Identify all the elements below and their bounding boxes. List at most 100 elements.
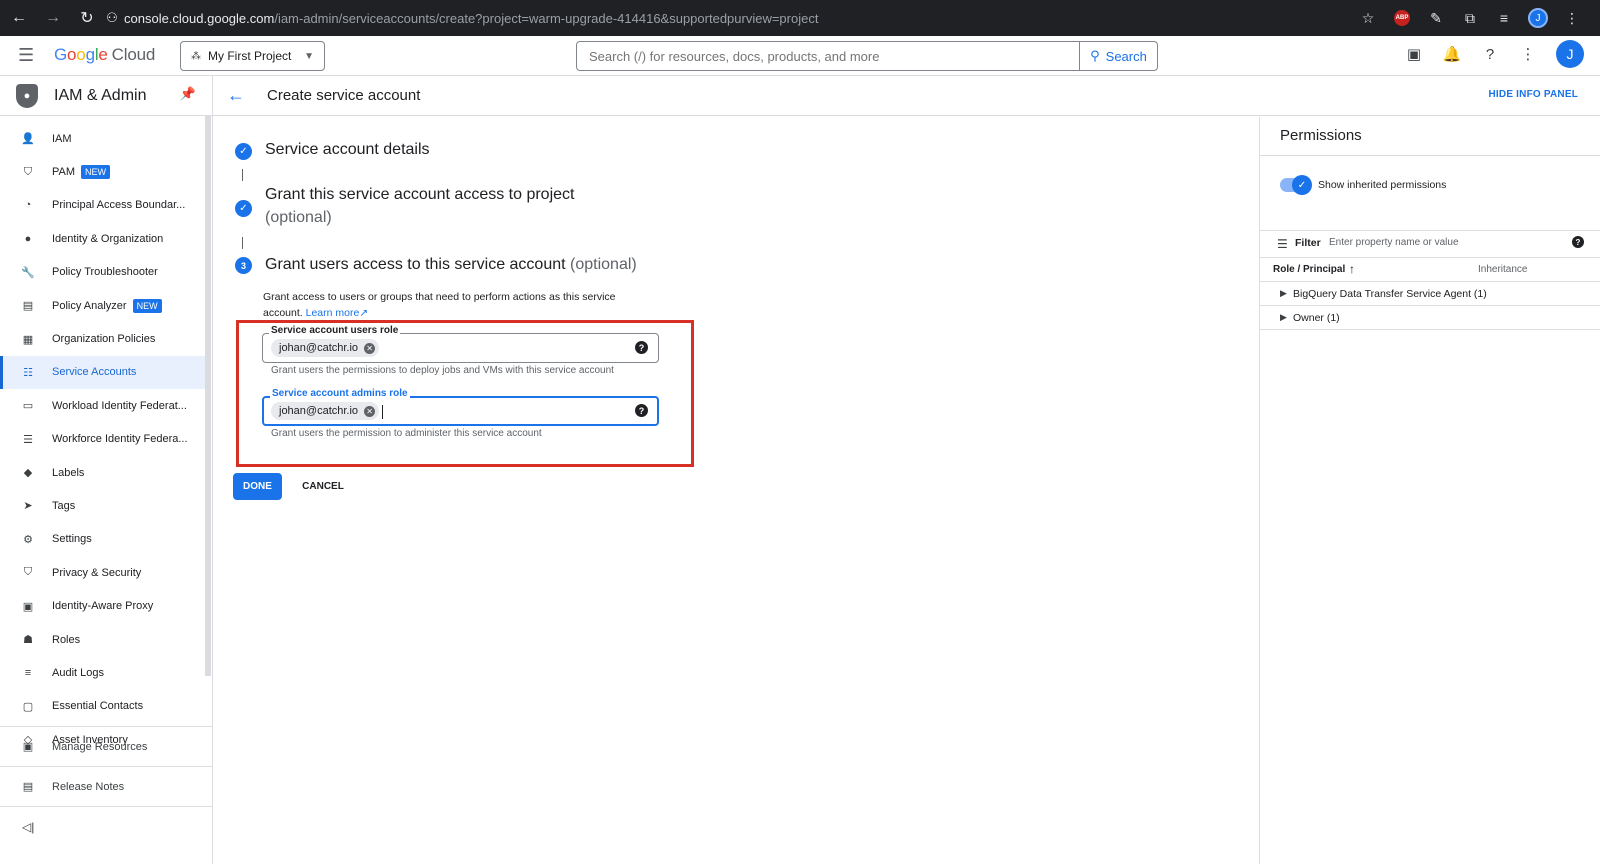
nav-scrollbar[interactable] <box>205 116 211 676</box>
help-icon[interactable]: ? <box>635 404 648 417</box>
extensions-puzzle-icon[interactable]: ⧉ <box>1460 8 1480 28</box>
hamburger-menu-icon[interactable]: ☰ <box>18 46 38 66</box>
inherited-permissions-toggle[interactable]: ✓ <box>1280 175 1312 195</box>
help-icon[interactable]: ? <box>1480 44 1500 64</box>
sidebar-item-service-accounts[interactable]: ☷ Service Accounts <box>0 355 205 390</box>
cancel-button[interactable]: CANCEL <box>295 473 351 500</box>
search-input[interactable] <box>577 42 1079 70</box>
chip-remove-icon[interactable]: ✕ <box>364 405 376 417</box>
analyzer-icon: ▤ <box>22 300 34 313</box>
pen-extension-icon[interactable]: ✎ <box>1426 8 1446 28</box>
account-circle-icon: ● <box>24 232 32 245</box>
filter-label: Filter <box>1295 237 1321 249</box>
step-number: 3 <box>235 257 252 274</box>
collapse-nav-icon[interactable]: ◁| <box>0 806 212 846</box>
nav-title-row: ● IAM & Admin 📌 <box>0 76 212 116</box>
site-info-icon[interactable]: ⚇ <box>100 10 124 26</box>
account-avatar[interactable]: J <box>1556 40 1584 68</box>
admins-role-field[interactable]: Service account admins role johan@catchr… <box>262 388 659 426</box>
pin-icon[interactable]: 📌 <box>180 86 196 102</box>
text-cursor <box>382 405 383 419</box>
sidebar-item-privacy-security[interactable]: ⛉ Privacy & Security <box>0 556 205 589</box>
back-icon[interactable]: ← <box>4 3 34 33</box>
sidebar-item-release-notes[interactable]: ▤ Release Notes <box>0 766 212 806</box>
nav-bottom: ▣ Manage Resources ▤ Release Notes ◁| <box>0 726 212 846</box>
step-connector <box>242 237 243 249</box>
toggle-check-icon: ✓ <box>1292 175 1312 195</box>
shield-icon: ⛉ <box>23 566 33 579</box>
row-label: Owner (1) <box>1293 312 1340 324</box>
service-accounts-icon: ☷ <box>23 366 33 379</box>
browser-profile-avatar[interactable]: J <box>1528 8 1548 28</box>
browser-actions: ☆ ABP ✎ ⧉ ≡ J ⋮ <box>1358 0 1600 36</box>
notifications-bell-icon[interactable]: 🔔 <box>1442 44 1462 64</box>
manage-resources-icon: ▣ <box>22 741 34 753</box>
filter-row[interactable]: ☰ Filter Enter property name or value ? <box>1260 230 1600 258</box>
browser-toolbar: ← → ↻ ⚇ console.cloud.google.com/iam-adm… <box>0 0 1600 36</box>
sidebar-item-label: Audit Logs <box>52 666 104 679</box>
media-control-icon[interactable]: ≡ <box>1494 8 1514 28</box>
sidebar-item-pam[interactable]: ⛉ PAM NEW <box>0 155 205 188</box>
help-icon[interactable]: ? <box>1572 236 1584 248</box>
sidebar-item-identity-aware-proxy[interactable]: ▣ Identity-Aware Proxy <box>0 589 205 622</box>
sidebar-item-roles[interactable]: ☗ Roles <box>0 623 205 656</box>
sidebar-item-iam[interactable]: 👤 IAM <box>0 122 205 155</box>
sidebar-item-label: PAM <box>52 166 76 179</box>
sidebar-item-tags[interactable]: ➤ Tags <box>0 489 205 522</box>
expand-caret-icon[interactable]: ▶ <box>1280 288 1287 299</box>
project-hub-icon: ⁂ <box>191 50 201 62</box>
search-icon: ⚲ <box>1090 48 1100 63</box>
browser-menu-icon[interactable]: ⋮ <box>1562 8 1582 28</box>
column-header-role[interactable]: Role / Principal <box>1273 264 1345 275</box>
person-add-icon: 👤 <box>21 133 35 146</box>
back-arrow-icon[interactable]: ← <box>227 85 245 106</box>
adblock-extension[interactable]: ABP <box>1392 8 1412 28</box>
step-title-text: Grant users access to this service accou… <box>265 256 566 273</box>
sidebar-item-workload-identity-federat[interactable]: ▭ Workload Identity Federat... <box>0 389 205 422</box>
sidebar-item-label: Tags <box>52 499 76 512</box>
new-badge: NEW <box>81 165 111 180</box>
search-button[interactable]: ⚲ Search <box>1079 42 1157 70</box>
cloud-shell-icon[interactable]: ▣ <box>1404 44 1424 64</box>
table-row[interactable]: ▶ Owner (1) <box>1260 306 1600 330</box>
chip-label: johan@catchr.io <box>279 342 359 354</box>
sidebar-item-workforce-identity-federa[interactable]: ☰ Workforce Identity Federa... <box>0 423 205 456</box>
sidebar-item-policy-analyzer[interactable]: ▤ Policy Analyzer NEW <box>0 289 205 322</box>
sidebar-item-settings[interactable]: ⚙ Settings <box>0 523 205 556</box>
field-label: Service account users role <box>269 325 401 336</box>
sidebar-item-labels[interactable]: ◆ Labels <box>0 456 205 489</box>
learn-more-link[interactable]: Learn more↗ <box>306 307 369 319</box>
sidebar-item-essential-contacts[interactable]: ▢ Essential Contacts <box>0 690 205 723</box>
new-badge: NEW <box>132 298 162 313</box>
google-cloud-logo[interactable]: Google Cloud <box>54 45 155 65</box>
sidebar-item-audit-logs[interactable]: ≡ Audit Logs <box>0 656 205 689</box>
expand-caret-icon[interactable]: ▶ <box>1280 312 1287 323</box>
label-icon: ◆ <box>23 467 33 480</box>
table-row[interactable]: ▶ BigQuery Data Transfer Service Agent (… <box>1260 282 1600 306</box>
sidebar-item-label: Settings <box>52 533 92 546</box>
bookmark-star-icon[interactable]: ☆ <box>1358 8 1378 28</box>
sidebar-item-label: Workload Identity Federat... <box>52 399 187 412</box>
chip-remove-icon[interactable]: ✕ <box>364 342 376 354</box>
divider <box>1260 155 1600 156</box>
sidebar-item-principal-access-boundar[interactable]: ◔ Principal Access Boundar... <box>0 189 205 222</box>
project-name: My First Project <box>208 49 292 63</box>
reload-icon[interactable]: ↻ <box>72 3 102 33</box>
sidebar-item-policy-troubleshooter[interactable]: 🔧 Policy Troubleshooter <box>0 256 205 289</box>
users-role-field[interactable]: Service account users role johan@catchr.… <box>262 325 659 363</box>
address-bar[interactable]: ⚇ console.cloud.google.com/iam-admin/ser… <box>100 4 1380 32</box>
search-bar: ⚲ Search <box>576 41 1158 71</box>
done-button[interactable]: DONE <box>233 473 282 500</box>
sort-arrow-up-icon[interactable]: ↑ <box>1349 262 1355 276</box>
filter-input[interactable]: Enter property name or value <box>1329 237 1459 248</box>
more-vert-icon[interactable]: ⋮ <box>1518 44 1538 64</box>
workforce-list-icon: ☰ <box>23 433 33 446</box>
project-picker[interactable]: ⁂ My First Project ▼ <box>180 41 325 71</box>
sidebar-item-manage-resources[interactable]: ▣ Manage Resources <box>0 726 212 766</box>
help-icon[interactable]: ? <box>635 341 648 354</box>
sidebar-item-identity-organization[interactable]: ● Identity & Organization <box>0 222 205 255</box>
sidebar-item-organization-policies[interactable]: ▦ Organization Policies <box>0 322 205 355</box>
forward-icon[interactable]: → <box>38 3 68 33</box>
hide-info-panel-button[interactable]: HIDE INFO PANEL <box>1489 89 1578 100</box>
gear-icon: ⚙ <box>23 533 33 546</box>
